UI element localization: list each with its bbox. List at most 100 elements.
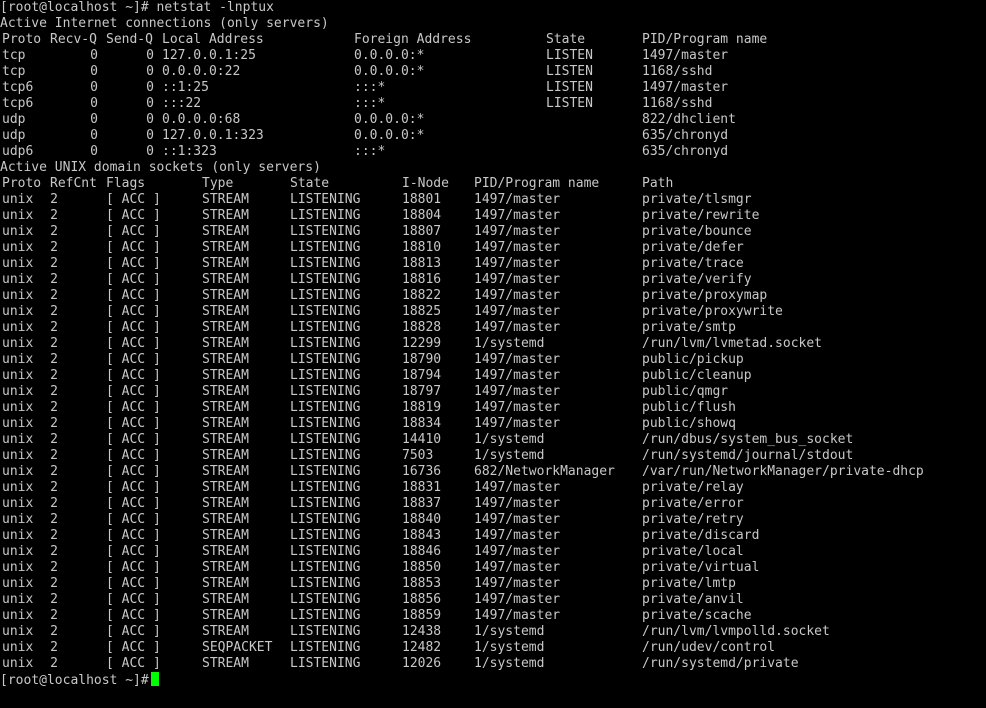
unix-cell: 2 — [50, 352, 58, 367]
unix-cell: 1497/master — [474, 560, 561, 575]
unix-cell: LISTENING — [290, 304, 361, 319]
unix-cell: LISTENING — [290, 320, 361, 335]
inet-cell: 0 — [146, 128, 154, 143]
unix-cell: STREAM — [202, 592, 249, 607]
inet-cell: 0 — [90, 64, 98, 79]
unix-row: unix 2 [ ACC ] STREAM LISTENING 18828 1497/mas… — [0, 320, 986, 336]
unix-cell: LISTENING — [290, 480, 361, 495]
unix-row: unix 2 [ ACC ] STREAM LISTENING 18813 1497/mas… — [0, 256, 986, 272]
unix-cell: LISTENING — [290, 192, 361, 207]
unix-cell: [ ACC ] — [106, 288, 161, 303]
unix-cell: unix — [2, 624, 34, 639]
unix-cell: 18822 — [402, 288, 442, 303]
unix-cell: /run/lvm/lvmetad.socket — [642, 336, 823, 351]
unix-cell: LISTENING — [290, 400, 361, 415]
unix-cell: unix — [2, 656, 34, 671]
unix-cell: 18843 — [402, 528, 442, 543]
unix-cell: STREAM — [202, 560, 249, 575]
inet-cell: 1168/sshd — [642, 96, 713, 111]
unix-cell: STREAM — [202, 496, 249, 511]
unix-cell: 2 — [50, 512, 58, 527]
unix-cell: unix — [2, 208, 34, 223]
inet-row: udp6 0 0::1:323:::* 635/chronyd — [0, 144, 986, 160]
unix-cell: private/trace — [642, 256, 744, 271]
unix-cell: /run/dbus/system_bus_socket — [642, 432, 854, 447]
unix-row: unix 2 [ ACC ] STREAM LISTENING 12026 1/system… — [0, 656, 986, 672]
inet-cell: LISTEN — [546, 64, 593, 79]
unix-cell: LISTENING — [290, 624, 361, 639]
unix-cell: unix — [2, 272, 34, 287]
unix-cell: LISTENING — [290, 432, 361, 447]
unix-cell: 1497/master — [474, 416, 561, 431]
inet-cell: tcp6 — [2, 80, 34, 95]
unix-cell: 2 — [50, 592, 58, 607]
unix-col-1: RefCnt — [50, 176, 97, 191]
inet-cell: 0 — [90, 96, 98, 111]
unix-cell: 1497/master — [474, 320, 561, 335]
inet-cell: 127.0.0.1:323 — [162, 128, 264, 143]
unix-cell: 1497/master — [474, 224, 561, 239]
unix-cell: unix — [2, 384, 34, 399]
unix-cell: LISTENING — [290, 240, 361, 255]
inet-col-2: Send-Q — [106, 32, 153, 47]
inet-column-header: Proto Recv-Q Send-Q Local Address Foreign Ad… — [0, 32, 986, 48]
inet-cell: 0 — [146, 48, 154, 63]
unix-col-4: State — [290, 176, 330, 191]
unix-cell: STREAM — [202, 448, 249, 463]
unix-row: unix 2 [ ACC ] STREAM LISTENING 18810 1497/mas… — [0, 240, 986, 256]
unix-cell: LISTENING — [290, 560, 361, 575]
unix-cell: 1/systemd — [474, 448, 545, 463]
unix-cell: 1497/master — [474, 480, 561, 495]
unix-cell: STREAM — [202, 368, 249, 383]
unix-cell: 18807 — [402, 224, 442, 239]
unix-cell: 12299 — [402, 336, 442, 351]
unix-cell: STREAM — [202, 512, 249, 527]
unix-cell: private/proxymap — [642, 288, 768, 303]
unix-cell: 1497/master — [474, 544, 561, 559]
inet-cell: 0 — [146, 144, 154, 159]
unix-row: unix 2 [ ACC ] STREAM LISTENING 18843 1497/mas… — [0, 528, 986, 544]
unix-cell: 14410 — [402, 432, 442, 447]
unix-cell: [ ACC ] — [106, 656, 161, 671]
unix-cell: unix — [2, 432, 34, 447]
unix-cell: STREAM — [202, 384, 249, 399]
unix-cell: LISTENING — [290, 352, 361, 367]
unix-cell: private/verify — [642, 272, 752, 287]
terminal-window[interactable]: [root@localhost ~]# netstat -lnptux Acti… — [0, 0, 986, 708]
unix-cell: 2 — [50, 544, 58, 559]
unix-cell: 18831 — [402, 480, 442, 495]
inet-row: udp 0 0 0.0.0.0:68 0.0.0.0:* 822/dhclient — [0, 112, 986, 128]
inet-cell: 0 — [146, 96, 154, 111]
unix-cell: 1497/master — [474, 352, 561, 367]
unix-cell: private/tlsmgr — [642, 192, 752, 207]
unix-cell: 1497/master — [474, 608, 561, 623]
inet-cell: 635/chronyd — [642, 128, 729, 143]
unix-row: unix 2 [ ACC ] STREAM LISTENING 7503 1/systemd… — [0, 448, 986, 464]
unix-cell: STREAM — [202, 544, 249, 559]
inet-row: udp 0 0 127.0.0.1:323 0.0.0.0:* 635/chronyd — [0, 128, 986, 144]
prompt-line[interactable]: [root@localhost ~]# — [0, 672, 986, 688]
inet-cell: 0.0.0.0:* — [354, 64, 425, 79]
unix-cell: unix — [2, 544, 34, 559]
unix-cell: 18850 — [402, 560, 442, 575]
unix-cell: [ ACC ] — [106, 208, 161, 223]
unix-cell: [ ACC ] — [106, 320, 161, 335]
unix-cell: [ ACC ] — [106, 480, 161, 495]
inet-cell: tcp6 — [2, 96, 34, 111]
unix-cell: [ ACC ] — [106, 528, 161, 543]
unix-cell: [ ACC ] — [106, 272, 161, 287]
unix-row: unix 2 [ ACC ] STREAM LISTENING 18807 1497/mas… — [0, 224, 986, 240]
unix-cell: unix — [2, 368, 34, 383]
inet-col-1: Recv-Q — [50, 32, 97, 47]
unix-cell: 1497/master — [474, 368, 561, 383]
unix-cell: 18856 — [402, 592, 442, 607]
unix-cell: unix — [2, 464, 34, 479]
unix-cell: [ ACC ] — [106, 416, 161, 431]
unix-cell: 12026 — [402, 656, 442, 671]
unix-cell: private/scache — [642, 608, 752, 623]
unix-cell: [ ACC ] — [106, 192, 161, 207]
unix-cell: 18840 — [402, 512, 442, 527]
unix-cell: unix — [2, 288, 34, 303]
unix-cell: 18804 — [402, 208, 442, 223]
unix-cell: public/cleanup — [642, 368, 752, 383]
